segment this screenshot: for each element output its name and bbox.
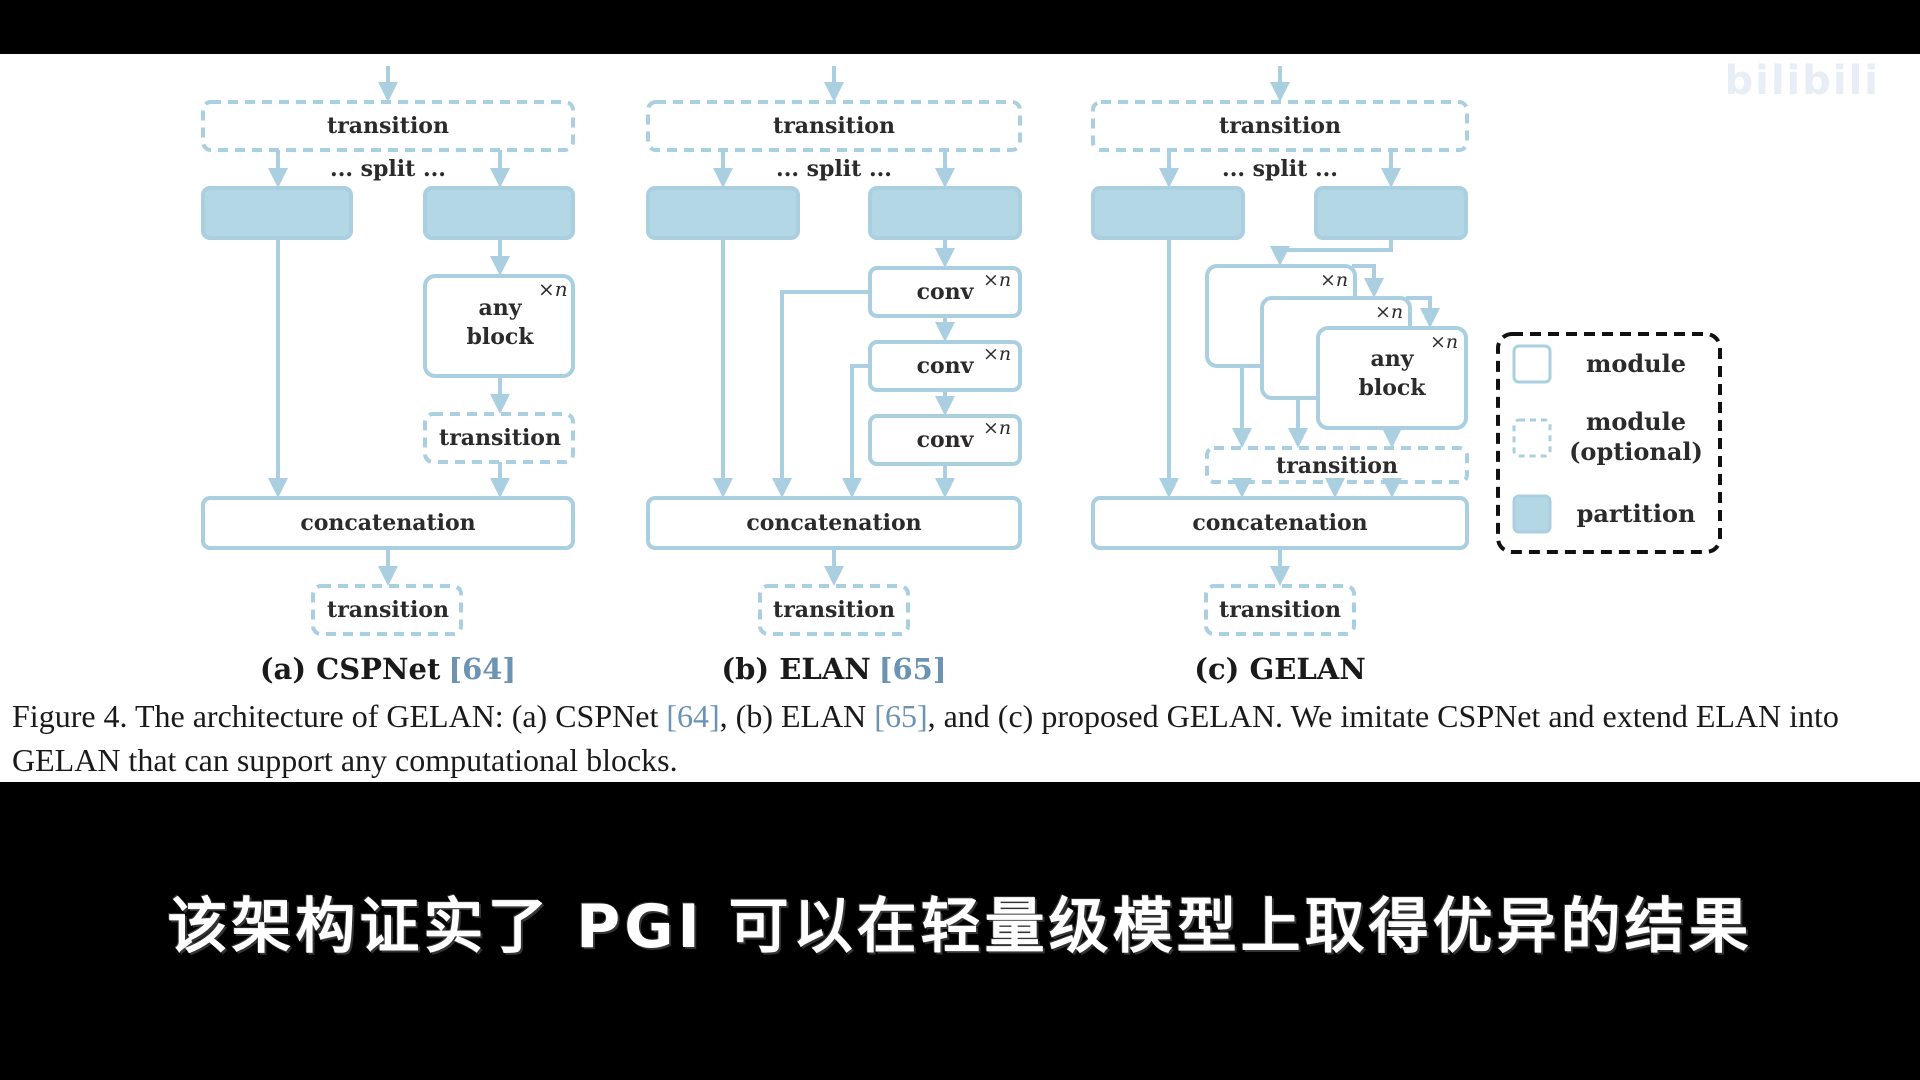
subfigure-elan bbox=[646, 66, 1022, 636]
label-transition-top: transition bbox=[773, 113, 895, 139]
label-xn-2: ×n bbox=[1375, 301, 1403, 323]
label-split: ... split ... bbox=[330, 156, 446, 182]
label-xn-1: ×n bbox=[1320, 269, 1348, 291]
label-concatenation: concatenation bbox=[300, 510, 475, 536]
legend-label-module-optional-2: (optional) bbox=[1569, 437, 1703, 466]
label-conv-1: conv bbox=[917, 279, 975, 305]
label-transition-bottom: transition bbox=[1219, 597, 1341, 623]
legend-label-module-optional-1: module bbox=[1586, 407, 1686, 436]
label-block: block bbox=[466, 324, 534, 350]
partition-right bbox=[868, 186, 1022, 240]
subcaption-gelan: (c) GELAN bbox=[1194, 652, 1365, 686]
label-transition-bottom: transition bbox=[773, 597, 895, 623]
caption-ref-64: [64] bbox=[666, 698, 720, 734]
label-xn: ×n bbox=[538, 277, 568, 301]
architecture-diagram: transition ... split ... any block ×n tr… bbox=[201, 66, 1722, 686]
partition-left bbox=[646, 186, 800, 240]
label-split: ... split ... bbox=[1222, 156, 1338, 182]
label-split: ... split ... bbox=[776, 156, 892, 182]
label-transition-bottom: transition bbox=[327, 597, 449, 623]
legend-swatch-module-optional bbox=[1512, 418, 1552, 458]
partition-left bbox=[1091, 186, 1245, 240]
legend-swatch-partition bbox=[1512, 494, 1552, 534]
legend-swatch-module bbox=[1512, 344, 1552, 384]
label-concatenation: concatenation bbox=[1192, 510, 1367, 536]
label-xn-3: ×n bbox=[983, 417, 1011, 439]
figure-caption: Figure 4. The architecture of GELAN: (a)… bbox=[12, 698, 1839, 778]
label-block: block bbox=[1358, 375, 1426, 401]
label-transition-mid: transition bbox=[1276, 453, 1398, 479]
label-transition-top: transition bbox=[327, 113, 449, 139]
subfigure-cspnet bbox=[201, 66, 575, 636]
subcaption-cspnet: (a) CSPNet [64] bbox=[260, 652, 516, 686]
video-subtitle: 该架构证实了 PGI 可以在轻量级模型上取得优异的结果 bbox=[167, 892, 1753, 962]
label-xn-1: ×n bbox=[983, 269, 1011, 291]
subcaption-elan: (b) ELAN [65] bbox=[721, 652, 946, 686]
label-xn-3: ×n bbox=[1430, 331, 1458, 353]
legend-label-module: module bbox=[1586, 349, 1686, 378]
bilibili-watermark-logo: bilibili bbox=[1724, 58, 1880, 104]
partition-right bbox=[423, 186, 575, 240]
partition-left bbox=[201, 186, 353, 240]
label-xn-2: ×n bbox=[983, 343, 1011, 365]
label-conv-3: conv bbox=[917, 427, 975, 453]
label-any: any bbox=[1370, 346, 1414, 372]
label-any: any bbox=[478, 295, 522, 321]
caption-ref-65: [65] bbox=[874, 698, 928, 734]
partition-right bbox=[1314, 186, 1468, 240]
figure-panel: transition ... split ... any block ×n tr… bbox=[0, 54, 1920, 782]
legend-label-partition: partition bbox=[1577, 499, 1696, 528]
label-transition-top: transition bbox=[1219, 113, 1341, 139]
legend: module module (optional) partition bbox=[1496, 332, 1722, 554]
label-concatenation: concatenation bbox=[746, 510, 921, 536]
label-transition-mid: transition bbox=[439, 425, 561, 451]
label-conv-2: conv bbox=[917, 353, 975, 379]
